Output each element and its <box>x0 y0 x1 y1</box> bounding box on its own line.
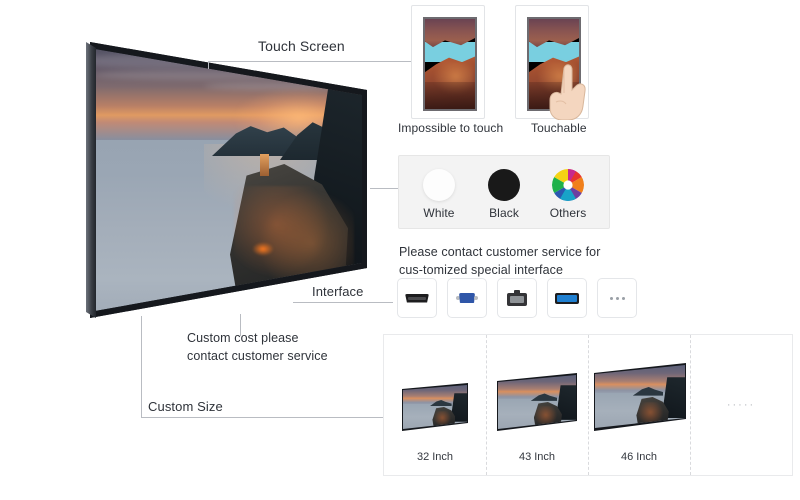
callout-label-touch-screen: Touch Screen <box>258 38 345 54</box>
callout-line-custom-size-h <box>141 417 386 418</box>
interface-note: Please contact customer service for cus-… <box>399 243 639 279</box>
size-label-43: 43 Inch <box>518 451 556 463</box>
mini-tv-43 <box>497 373 577 431</box>
color-options-panel: White Black Others <box>398 155 610 229</box>
callout-line-touch-screen-h <box>208 61 413 62</box>
interface-note-line2: cus-tomized special interface <box>399 263 564 278</box>
touch-card-touchable[interactable] <box>515 5 589 120</box>
more-ports-icon <box>598 279 636 317</box>
mini-tv-32 <box>402 383 468 431</box>
callout-label-interface: Interface <box>312 284 364 299</box>
callout-line-custom-size-v <box>141 316 142 417</box>
callout-label-custom-cost: Custom cost please contact customer serv… <box>187 329 377 365</box>
callout-line-touch-screen-v <box>208 61 209 69</box>
color-label-black: Black <box>489 206 519 220</box>
tv-screen <box>95 49 362 311</box>
vga-port-icon <box>448 279 486 317</box>
color-swatch-black[interactable] <box>488 169 520 201</box>
size-more-placeholder: ····· <box>726 399 756 411</box>
hdmi-port-icon <box>398 279 436 317</box>
custom-cost-line1: Custom cost please <box>187 331 299 345</box>
rj45-port-icon <box>498 279 536 317</box>
callout-label-custom-size: Custom Size <box>148 399 223 414</box>
screen-image-coastal-sunset <box>95 49 362 311</box>
size-cell-more[interactable]: ····· <box>690 335 792 475</box>
infographic-canvas: Touch Screen Impossible to touch Touchab… <box>0 0 800 500</box>
port-card-more[interactable] <box>597 278 637 318</box>
color-label-white: White <box>423 206 455 220</box>
port-card-hdmi[interactable] <box>397 278 437 318</box>
touch-card-impossible[interactable] <box>411 5 485 119</box>
port-card-rj45[interactable] <box>497 278 537 318</box>
tv-left-edge <box>86 42 96 318</box>
canyon-image <box>425 19 475 109</box>
custom-cost-line2: contact customer service <box>187 349 328 364</box>
size-options-panel: 32 Inch 43 Inch 46 Inch ····· <box>383 334 793 476</box>
color-swatch-white[interactable] <box>423 169 455 201</box>
mini-tv-46 <box>594 363 686 431</box>
color-label-others: Others <box>549 206 587 220</box>
phone-mockup-no-touch <box>423 17 477 111</box>
size-label-46: 46 Inch <box>620 451 658 463</box>
callout-line-interface <box>293 302 393 303</box>
interface-note-line1: Please contact customer service for <box>399 245 601 259</box>
usb-port-icon <box>548 279 586 317</box>
size-cell-46[interactable]: 46 Inch <box>588 335 690 475</box>
port-card-usb[interactable] <box>547 278 587 318</box>
main-tv-display <box>84 36 374 326</box>
size-cell-32[interactable]: 32 Inch <box>384 335 486 475</box>
hand-pointing-icon <box>549 64 586 120</box>
size-cell-43[interactable]: 43 Inch <box>486 335 588 475</box>
touch-card-label-impossible: Impossible to touch <box>398 121 504 135</box>
color-swatch-wheel-icon[interactable] <box>552 169 584 201</box>
port-card-vga[interactable] <box>447 278 487 318</box>
size-label-32: 32 Inch <box>416 451 454 463</box>
touch-card-label-touchable: Touchable <box>531 121 587 135</box>
